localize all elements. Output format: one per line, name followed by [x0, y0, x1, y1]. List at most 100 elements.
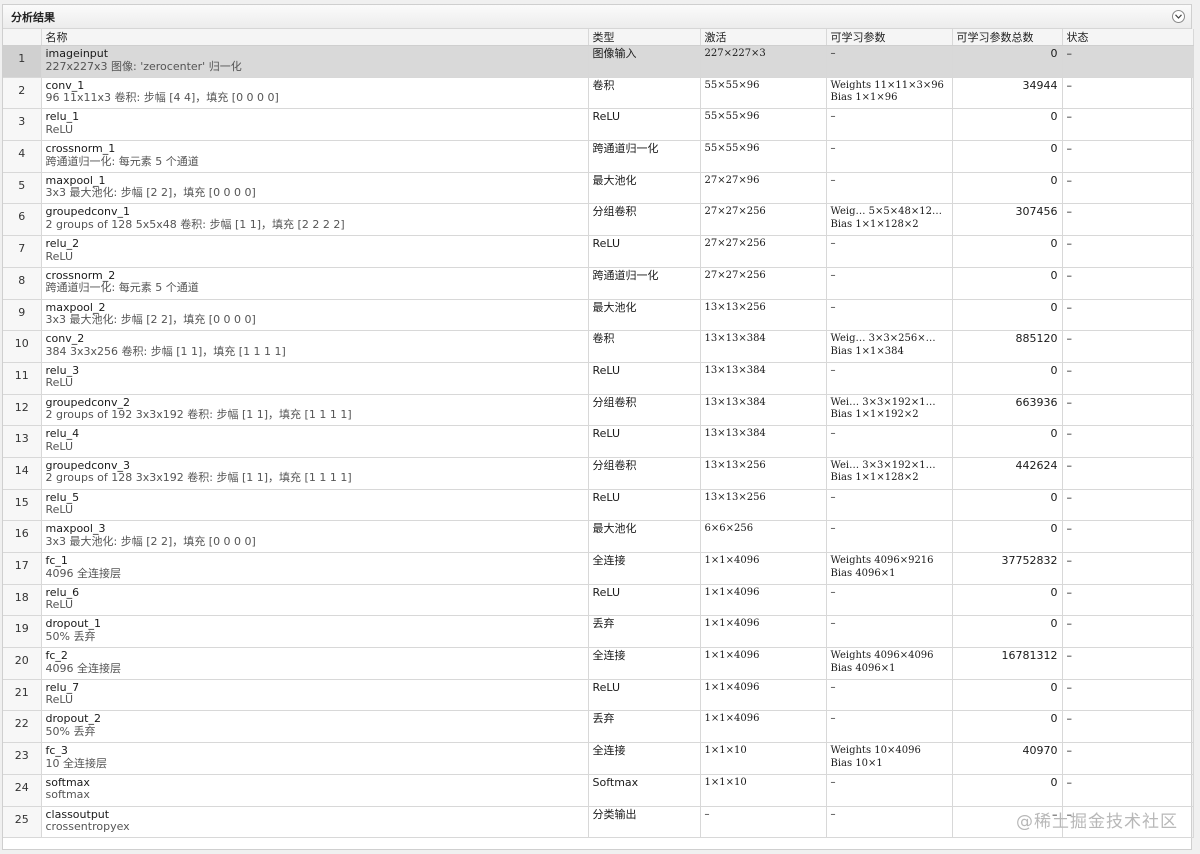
layer-name: fc_2 [45, 649, 68, 663]
table-row[interactable]: 14 groupedconv_3 2 groups of 128 3x3x192 卷… [3, 457, 1194, 490]
layer-total-learnables: 663936 [952, 394, 1063, 427]
layer-name-cell: classoutput crossentropyex [41, 806, 589, 839]
table-row[interactable]: 20 fc_2 4096 全连接层 全连接 1×1×4096 Weights 4096×4… [3, 647, 1194, 680]
column-header-learnables[interactable]: 可学习参数 [826, 29, 953, 46]
layer-name: imageinput [45, 47, 109, 60]
column-header-activations[interactable]: 激活 [700, 29, 827, 46]
table-row[interactable]: 2 conv_1 96 11x11x3 卷积: 步幅 [4 4]，填充 [0 0 0… [3, 77, 1194, 110]
layer-total-learnables: 0 [952, 108, 1063, 142]
layer-activations: 13×13×256 [700, 489, 827, 522]
layer-activations: 27×27×256 [700, 235, 827, 268]
table-row[interactable]: 24 softmax softmax Softmax 1×1×10–0– [3, 774, 1194, 807]
column-header-index[interactable] [3, 29, 42, 46]
layer-name-cell: conv_1 96 11x11x3 卷积: 步幅 [4 4]，填充 [0 0 0 … [41, 77, 589, 110]
layer-description: 227x227x3 图像: 'zerocenter' 归一化 [45, 59, 242, 73]
layer-description: ReLU [45, 693, 74, 707]
layer-learnables: Weights 11×11×3×96 Bias 1×1×96 [826, 77, 953, 110]
table-row[interactable]: 5 maxpool_1 3x3 最大池化: 步幅 [2 2]，填充 [0 0 0 0… [3, 172, 1194, 205]
layer-description: 2 groups of 128 5x5x48 卷积: 步幅 [1 1]，填充 [… [45, 217, 345, 231]
layer-description: 3x3 最大池化: 步幅 [2 2]，填充 [0 0 0 0] [45, 534, 256, 548]
layer-learnables: – [826, 710, 953, 744]
layer-total-learnables: 37752832 [952, 552, 1063, 585]
column-header-type[interactable]: 类型 [588, 29, 701, 46]
layer-name: softmax [45, 775, 90, 789]
layer-description: 3x3 最大池化: 步幅 [2 2]，填充 [0 0 0 0] [45, 186, 256, 200]
layer-status: – [1062, 140, 1194, 173]
layer-type: 分组卷积 [588, 203, 701, 237]
layer-learnables: – [826, 489, 953, 522]
table-row[interactable]: 22 dropout_2 50% 丢弃 丢弃 1×1×4096–0– [3, 710, 1194, 744]
layer-description: 2 groups of 128 3x3x192 卷积: 步幅 [1 1]，填充 … [45, 471, 352, 485]
learnable-bias: Bias 4096×1 [830, 662, 896, 674]
column-header-status[interactable]: 状态 [1062, 29, 1194, 46]
layer-activations: 27×27×96 [700, 172, 827, 205]
layer-type: 最大池化 [588, 172, 701, 205]
layer-type: 全连接 [588, 552, 701, 585]
layer-description: softmax [45, 788, 90, 802]
table-row[interactable]: 25 classoutput crossentropyex 分类输出 – – – – [3, 806, 1194, 839]
row-index: 14 [3, 457, 42, 490]
layer-status: – [1062, 457, 1194, 490]
learnable-weights: – [830, 111, 836, 123]
column-header-total-learnables[interactable]: 可学习参数总数 [952, 29, 1063, 46]
learnable-weights: Weights 4096×9216 [830, 555, 934, 566]
table-row[interactable]: 23 fc_3 10 全连接层 全连接 1×1×10 Weights 10×4096 Bia… [3, 742, 1194, 775]
layer-description: 50% 丢弃 [45, 629, 96, 643]
layer-learnables: – [826, 520, 953, 553]
chevron-down-icon[interactable] [1172, 10, 1185, 23]
layer-description: 跨通道归一化: 每元素 5 个通道 [45, 154, 199, 168]
layer-name: dropout_1 [45, 617, 102, 631]
layer-activations: 13×13×256 [700, 299, 827, 332]
table-row[interactable]: 16 maxpool_3 3x3 最大池化: 步幅 [2 2]，填充 [0 0 0 … [3, 520, 1194, 553]
table-row[interactable]: 6 groupedconv_1 2 groups of 128 5x5x48 卷积:… [3, 203, 1194, 237]
learnable-weights: Weig… 3×3×256×… [830, 333, 936, 345]
layer-activations: 1×1×4096 [700, 615, 827, 649]
table-row[interactable]: 8 crossnorm_2 跨通道归一化: 每元素 5 个通道 跨通道归一化 27×27… [3, 267, 1194, 300]
table-row[interactable]: 7 relu_2 ReLU ReLU 27×27×256–0– [3, 235, 1194, 268]
layer-name: fc_3 [45, 744, 68, 758]
row-index: 24 [3, 774, 42, 807]
layer-name: relu_5 [45, 490, 80, 504]
row-index: 21 [3, 679, 42, 712]
layer-total-learnables: 0 [952, 615, 1063, 649]
layer-status: – [1062, 774, 1194, 807]
table-row[interactable]: 12 groupedconv_2 2 groups of 192 3x3x192 卷… [3, 394, 1194, 427]
layer-activations: 1×1×10 [700, 774, 827, 807]
table-row[interactable]: 21 relu_7 ReLU ReLU 1×1×4096–0– [3, 679, 1194, 712]
table-row[interactable]: 13 relu_4 ReLU ReLU 13×13×384–0– [3, 425, 1194, 458]
layer-type: 全连接 [588, 742, 701, 775]
layer-description: ReLU [45, 598, 74, 612]
layer-total-learnables: 0 [952, 520, 1063, 553]
layer-learnables: – [826, 299, 953, 332]
layer-learnables: Wei… 3×3×192×1… Bias 1×1×192×2 [826, 394, 953, 427]
layer-total-learnables: 0 [952, 45, 1063, 78]
table-row[interactable]: 15 relu_5 ReLU ReLU 13×13×256–0– [3, 489, 1194, 522]
row-index: 5 [3, 172, 42, 205]
row-index: 1 [3, 45, 42, 78]
layer-name: relu_4 [45, 427, 80, 441]
layer-type: ReLU [588, 489, 701, 522]
layer-description: ReLU [45, 376, 74, 390]
table-row[interactable]: 19 dropout_1 50% 丢弃 丢弃 1×1×4096–0– [3, 615, 1194, 649]
table-row[interactable]: 10 conv_2 384 3x3x256 卷积: 步幅 [1 1]，填充 [1 1… [3, 330, 1194, 363]
table-row[interactable]: 11 relu_3 ReLU ReLU 13×13×384–0– [3, 362, 1194, 395]
learnable-weights: – [830, 238, 836, 250]
layer-activations: 13×13×384 [700, 394, 827, 427]
table-row[interactable]: 18 relu_6 ReLU ReLU 1×1×4096–0– [3, 584, 1194, 617]
table-row[interactable]: 9 maxpool_2 3x3 最大池化: 步幅 [2 2]，填充 [0 0 0 0… [3, 299, 1194, 332]
layer-learnables: – [826, 679, 953, 712]
learnable-weights: – [830, 364, 836, 376]
layer-learnables: – [826, 774, 953, 807]
table-row[interactable]: 4 crossnorm_1 跨通道归一化: 每元素 5 个通道 跨通道归一化 55×55… [3, 140, 1194, 173]
layer-status: – [1062, 520, 1194, 553]
table-row[interactable]: 3 relu_1 ReLU ReLU 55×55×96–0– [3, 108, 1194, 142]
learnable-weights: – [830, 586, 836, 598]
learnable-weights: – [830, 491, 836, 503]
layer-type: 分类输出 [588, 806, 701, 839]
table-row[interactable]: 17 fc_1 4096 全连接层 全连接 1×1×4096 Weights 4096×9… [3, 552, 1194, 585]
layer-activations: 55×55×96 [700, 140, 827, 173]
table-row[interactable]: 1 imageinput 227x227x3 图像: 'zerocenter' 归一… [3, 45, 1194, 78]
layer-description: 2 groups of 192 3x3x192 卷积: 步幅 [1 1]，填充 … [45, 408, 352, 422]
column-header-name[interactable]: 名称 [41, 29, 589, 46]
layer-activations: – [700, 806, 827, 839]
